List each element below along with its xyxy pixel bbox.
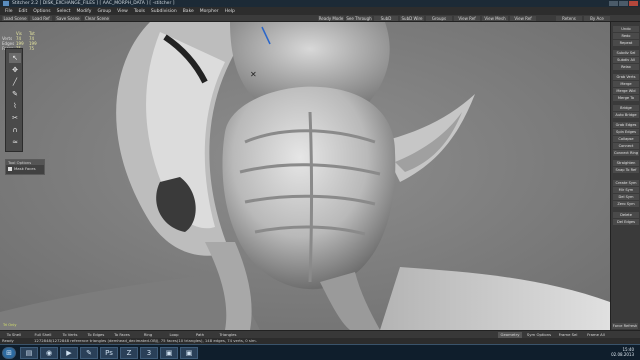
stats-faces-tot: 75	[29, 46, 35, 51]
menu-view[interactable]: View	[114, 9, 131, 14]
tool-strip: ↖ ✥ ╱ ✎ ⌇ ✂ ∩ ≈	[5, 48, 23, 152]
connect-button[interactable]: Connect	[613, 143, 639, 149]
close-button[interactable]	[629, 1, 638, 6]
redo-button[interactable]: Redo	[613, 33, 639, 39]
move-icon[interactable]: ✥	[9, 65, 21, 75]
repeat-button[interactable]: Repeat	[613, 40, 639, 46]
zero-sym-button[interactable]: Zero Sym	[613, 201, 639, 207]
connect-ring-button[interactable]: Connect Ring	[613, 150, 639, 156]
undo-button[interactable]: Undo	[613, 26, 639, 32]
mir-sym-button[interactable]: Mir Sym	[613, 187, 639, 193]
crosshair-cursor-icon: ✕	[250, 70, 257, 79]
menu-file[interactable]: File	[2, 9, 16, 14]
media-icon[interactable]: ▶	[60, 347, 78, 359]
load-scene-button[interactable]: Load Scene	[2, 16, 28, 21]
3d-viewport[interactable]: ✕	[0, 22, 610, 330]
taskbar: ⊞ ▤ ◉ ▶ ✎ Ps Z 3 ▣ ▣ 15:40 02.08.2013	[0, 344, 640, 360]
retens-button[interactable]: Retens	[556, 16, 582, 21]
menu-modify[interactable]: Modify	[74, 9, 95, 14]
clock-date: 02.08.2013	[611, 352, 634, 357]
by-ace-button[interactable]: By Ace	[584, 16, 610, 21]
merge-wld-button[interactable]: Merge Wld	[613, 88, 639, 94]
menu-group[interactable]: Group	[94, 9, 114, 14]
del-sym-button[interactable]: Del Sym	[613, 194, 639, 200]
menu-bake[interactable]: Bake	[180, 9, 197, 14]
mask-faces-checkbox[interactable]	[8, 167, 12, 171]
windows-start-icon[interactable]: ⊞	[2, 347, 16, 359]
right-command-panel: Undo Redo Repeat Subdiv Sel Subdiv All R…	[610, 22, 640, 330]
merge-to-button[interactable]: Merge To	[613, 95, 639, 101]
tool-options-panel: Tool Options Mask Faces	[5, 159, 45, 175]
mask-faces-option[interactable]: Mask Faces	[6, 165, 44, 173]
force-refresh-button[interactable]: Force Refresh	[612, 323, 638, 329]
view-ref-button[interactable]: View Ref	[454, 16, 480, 21]
system-clock[interactable]: 15:40 02.08.2013	[611, 347, 634, 357]
select-arrow-icon[interactable]: ↖	[9, 53, 21, 63]
pencil-icon[interactable]: ✎	[9, 89, 21, 99]
maximize-button[interactable]	[619, 1, 628, 6]
app-icon[interactable]: ▣	[160, 347, 178, 359]
menu-help[interactable]: Help	[222, 9, 238, 14]
straighten-button[interactable]: Straighten	[613, 160, 639, 166]
collapse-button[interactable]: Collapse	[613, 136, 639, 142]
knife-icon[interactable]: ⌇	[9, 101, 21, 111]
view-mesh-button[interactable]: View Mesh	[482, 16, 508, 21]
paint-icon[interactable]: ✎	[80, 347, 98, 359]
app-icon[interactable]: ▣	[180, 347, 198, 359]
window-controls	[609, 1, 638, 6]
auto-bridge-button[interactable]: Auto Bridge	[613, 112, 639, 118]
browser-icon[interactable]: ◉	[40, 347, 58, 359]
see-through-button[interactable]: See Through	[346, 16, 372, 21]
bridge-button[interactable]: Bridge	[613, 105, 639, 111]
zbrush-icon[interactable]: Z	[120, 347, 138, 359]
snap-to-ref-button[interactable]: Snap To Ref	[613, 167, 639, 173]
smooth-icon[interactable]: ≈	[9, 137, 21, 147]
status-mode: Ready	[2, 338, 14, 343]
grab-edges-button[interactable]: Grab Edges	[613, 122, 639, 128]
menu-subdivision[interactable]: Subdivision	[148, 9, 180, 14]
folder-icon[interactable]: ▤	[20, 347, 38, 359]
menu-morpher[interactable]: Morpher	[197, 9, 222, 14]
3dsmax-icon[interactable]: 3	[140, 347, 158, 359]
clear-scene-button[interactable]: Clear Scene	[84, 16, 110, 21]
subdiv-all-button[interactable]: Subdiv All	[613, 57, 639, 63]
merge-button[interactable]: Merge	[613, 81, 639, 87]
del-edges-button[interactable]: Del Edges	[613, 219, 639, 225]
brush-icon[interactable]: ╱	[9, 77, 21, 87]
selection-toolbar: To Shell Full Shell To Verts To Edges To…	[0, 330, 640, 338]
photoshop-icon[interactable]: Ps	[100, 347, 118, 359]
view-ref-2-button[interactable]: View Ref	[510, 16, 536, 21]
relax-button[interactable]: Relax	[613, 64, 639, 70]
subdiv-sel-button[interactable]: Subdiv Sel	[613, 50, 639, 56]
save-scene-button[interactable]: Save Scene	[55, 16, 81, 21]
app-icon	[3, 1, 9, 6]
menu-select[interactable]: Select	[54, 9, 74, 14]
grab-verts-button[interactable]: Grab Verts	[613, 74, 639, 80]
window-title: Stitcher 2.2 [ DISK_EXCHANGE_FILES ] [ A…	[12, 1, 175, 6]
title-bar: Stitcher 2.2 [ DISK_EXCHANGE_FILES ] [ A…	[0, 0, 640, 7]
load-ref-button[interactable]: Load Ref	[30, 16, 52, 21]
sculpt-mesh-render	[0, 22, 610, 330]
minimize-button[interactable]	[609, 1, 618, 6]
mask-faces-label: Mask Faces	[14, 166, 36, 171]
magnet-icon[interactable]: ∩	[9, 125, 21, 135]
toolbar: Load Scene Load Ref Save Scene Clear Sce…	[0, 15, 640, 22]
cut-icon[interactable]: ✂	[9, 113, 21, 123]
viewport-mode-label: Tri Only	[3, 323, 17, 327]
create-sym-button[interactable]: Create Sym	[613, 180, 639, 186]
subd-wire-button[interactable]: SubD Wire	[400, 16, 424, 21]
menu-tools[interactable]: Tools	[131, 9, 148, 14]
menu-options[interactable]: Options	[30, 9, 53, 14]
menu-edit[interactable]: Edit	[16, 9, 31, 14]
delete-button[interactable]: Delete	[613, 212, 639, 218]
ready-mode-button[interactable]: Ready Mode	[318, 16, 344, 21]
subd-button[interactable]: SubD	[374, 16, 398, 21]
menu-bar: File Edit Options Select Modify Group Vi…	[0, 7, 640, 15]
spin-edges-button[interactable]: Spin Edges	[613, 129, 639, 135]
groups-button[interactable]: Groups	[426, 16, 452, 21]
